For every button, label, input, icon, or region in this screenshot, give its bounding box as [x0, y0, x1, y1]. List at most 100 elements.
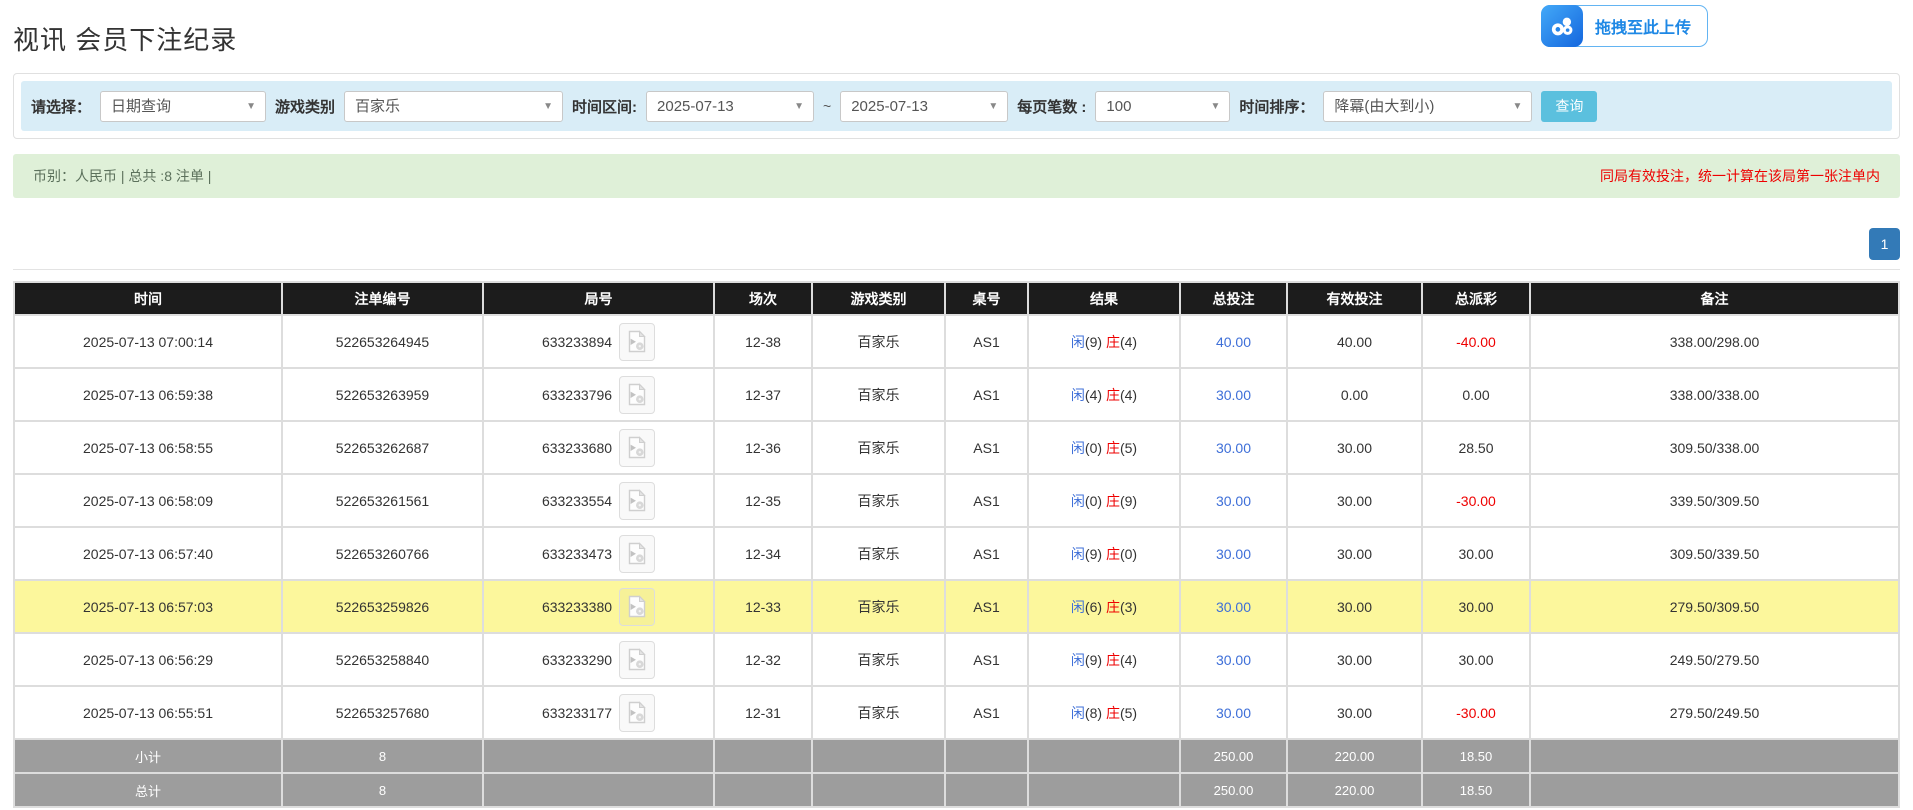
video-file-icon [627, 330, 647, 353]
total-bet-link[interactable]: 30.00 [1216, 652, 1251, 668]
query-mode-select[interactable]: 日期查询 ▼ [100, 91, 266, 122]
cell-result: 闲(9) 庄(0) [1028, 527, 1180, 580]
cell-payout: 30.00 [1422, 580, 1530, 633]
cell-valid-bet: 0.00 [1287, 368, 1422, 421]
result-banker-label: 庄 [1106, 652, 1120, 668]
chevron-down-icon: ▼ [794, 92, 804, 121]
date-from-select[interactable]: 2025-07-13 ▼ [646, 91, 814, 122]
cell-game: 百家乐 [812, 580, 945, 633]
subtotal-count: 8 [282, 739, 483, 773]
total-bet-link[interactable]: 30.00 [1216, 440, 1251, 456]
chevron-down-icon: ▼ [1210, 92, 1220, 121]
page-size-label: 每页笔数 : [1017, 96, 1086, 117]
cell-game: 百家乐 [812, 474, 945, 527]
cell-session: 12-33 [714, 580, 812, 633]
result-player-label: 闲 [1071, 652, 1085, 668]
video-replay-button[interactable] [619, 376, 655, 414]
table-header-row: 时间 注单编号 局号 场次 游戏类别 桌号 结果 总投注 有效投注 总派彩 备注 [14, 282, 1899, 315]
cell-bet-id: 522653257680 [282, 686, 483, 739]
col-session: 场次 [714, 282, 812, 315]
date-to-select[interactable]: 2025-07-13 ▼ [840, 91, 1008, 122]
chevron-down-icon: ▼ [1513, 92, 1523, 121]
cell-payout: -30.00 [1422, 474, 1530, 527]
round-number: 633233177 [542, 705, 612, 721]
result-player-label: 闲 [1071, 440, 1085, 456]
query-mode-value: 日期查询 [111, 98, 171, 115]
subtotal-valid-bet: 220.00 [1287, 739, 1422, 773]
page-1-button[interactable]: 1 [1869, 228, 1900, 260]
video-replay-button[interactable] [619, 588, 655, 626]
result-player-label: 闲 [1071, 493, 1085, 509]
total-bet-link[interactable]: 30.00 [1216, 546, 1251, 562]
video-replay-button[interactable] [619, 429, 655, 467]
cell-result: 闲(9) 庄(4) [1028, 315, 1180, 368]
time-sort-value: 降冪(由大到小) [1334, 98, 1434, 115]
total-valid-bet: 220.00 [1287, 773, 1422, 807]
cell-table: AS1 [945, 421, 1028, 474]
video-replay-button[interactable] [619, 323, 655, 361]
col-valid-bet: 有效投注 [1287, 282, 1422, 315]
cell-remark: 339.50/309.50 [1530, 474, 1899, 527]
total-bet-link[interactable]: 30.00 [1216, 599, 1251, 615]
game-category-select[interactable]: 百家乐 ▼ [344, 91, 563, 122]
cell-payout: -40.00 [1422, 315, 1530, 368]
round-number: 633233473 [542, 546, 612, 562]
cell-time: 2025-07-13 06:57:40 [14, 527, 282, 580]
cell-valid-bet: 30.00 [1287, 474, 1422, 527]
result-player-label: 闲 [1071, 334, 1085, 350]
table-row: 2025-07-13 06:59:38 522653263959 6332337… [14, 368, 1899, 421]
total-bet-link[interactable]: 30.00 [1216, 705, 1251, 721]
video-replay-button[interactable] [619, 482, 655, 520]
result-banker-label: 庄 [1106, 599, 1120, 615]
cell-game: 百家乐 [812, 633, 945, 686]
cell-round: 633233177 [483, 686, 714, 739]
cell-session: 12-31 [714, 686, 812, 739]
summary-text: 币别：人民币 | 总共 :8 注单 | [33, 166, 211, 186]
cell-valid-bet: 40.00 [1287, 315, 1422, 368]
total-bet-link[interactable]: 30.00 [1216, 493, 1251, 509]
query-button[interactable]: 查询 [1541, 91, 1597, 122]
cell-time: 2025-07-13 06:55:51 [14, 686, 282, 739]
time-range-label: 时间区间: [572, 96, 637, 117]
cell-remark: 249.50/279.50 [1530, 633, 1899, 686]
total-bet-link[interactable]: 40.00 [1216, 334, 1251, 350]
cell-result: 闲(8) 庄(5) [1028, 686, 1180, 739]
cell-bet-id: 522653262687 [282, 421, 483, 474]
col-remark: 备注 [1530, 282, 1899, 315]
result-banker-label: 庄 [1106, 387, 1120, 403]
time-sort-label: 时间排序： [1239, 96, 1314, 117]
cell-remark: 279.50/309.50 [1530, 580, 1899, 633]
video-file-icon [627, 489, 647, 512]
cell-round: 633233290 [483, 633, 714, 686]
result-banker-label: 庄 [1106, 546, 1120, 562]
cell-round: 633233894 [483, 315, 714, 368]
video-replay-button[interactable] [619, 641, 655, 679]
result-banker-label: 庄 [1106, 705, 1120, 721]
video-replay-button[interactable] [619, 694, 655, 732]
cell-game: 百家乐 [812, 527, 945, 580]
upload-dropzone[interactable]: 拖拽至此上传 [1541, 5, 1708, 47]
page: 视讯 会员下注纪录 拖拽至此上传 请选择： 日期查询 ▼ 游戏类别 百家乐 ▼ [0, 0, 1913, 808]
video-replay-button[interactable] [619, 535, 655, 573]
page-size-select[interactable]: 100 ▼ [1095, 91, 1230, 122]
cell-payout: -30.00 [1422, 686, 1530, 739]
cell-table: AS1 [945, 474, 1028, 527]
cell-bet-id: 522653260766 [282, 527, 483, 580]
result-banker-label: 庄 [1106, 440, 1120, 456]
total-bet-link[interactable]: 30.00 [1216, 387, 1251, 403]
cell-bet-id: 522653261561 [282, 474, 483, 527]
cell-bet-id: 522653264945 [282, 315, 483, 368]
video-file-icon [627, 648, 647, 671]
game-category-value: 百家乐 [355, 98, 400, 115]
cell-bet-id: 522653258840 [282, 633, 483, 686]
cell-total-bet: 30.00 [1180, 474, 1287, 527]
query-mode-label: 请选择： [31, 96, 91, 117]
round-number: 633233796 [542, 387, 612, 403]
cell-session: 12-35 [714, 474, 812, 527]
table-body: 2025-07-13 07:00:14 522653264945 6332338… [14, 315, 1899, 739]
time-sort-select[interactable]: 降冪(由大到小) ▼ [1323, 91, 1532, 122]
table-row: 2025-07-13 06:58:55 522653262687 6332336… [14, 421, 1899, 474]
payout-value: 30.00 [1458, 652, 1493, 668]
table-row: 2025-07-13 06:57:03 522653259826 6332333… [14, 580, 1899, 633]
cell-table: AS1 [945, 368, 1028, 421]
